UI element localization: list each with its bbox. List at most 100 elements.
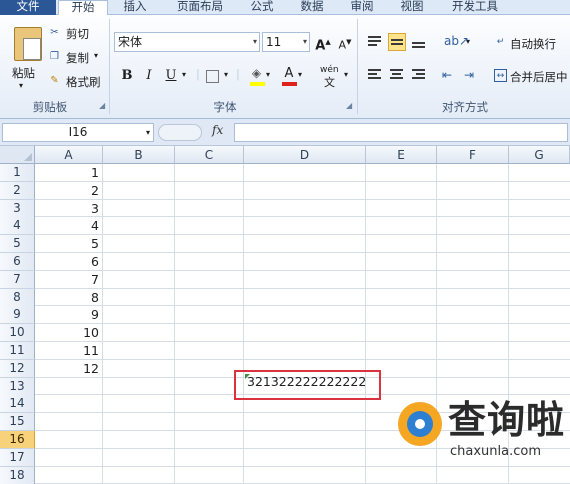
- row-header-3[interactable]: 3: [0, 199, 35, 218]
- paste-button[interactable]: 粘贴 ▾: [4, 19, 44, 95]
- grow-font-button[interactable]: A▲: [314, 33, 332, 53]
- borders-dropdown-arrow[interactable]: ▾: [224, 70, 228, 79]
- gridline: [35, 341, 570, 342]
- tab-file[interactable]: 文件: [0, 0, 56, 15]
- bold-button[interactable]: B: [118, 67, 136, 85]
- cell-a9[interactable]: 9: [36, 306, 102, 323]
- cell-a11[interactable]: 11: [36, 342, 102, 359]
- row-header-4[interactable]: 4: [0, 217, 35, 236]
- watermark-title: 查询啦: [448, 398, 566, 442]
- row-header-10[interactable]: 10: [0, 324, 35, 343]
- row-header-6[interactable]: 6: [0, 253, 35, 271]
- align-right-button[interactable]: [410, 66, 428, 84]
- row-header-2[interactable]: 2: [0, 181, 35, 200]
- cell-a2[interactable]: 2: [36, 182, 102, 199]
- gridline: [365, 164, 366, 484]
- align-bottom-button[interactable]: [410, 33, 428, 51]
- align-left-button[interactable]: [366, 66, 384, 84]
- column-header-a[interactable]: A: [35, 146, 103, 164]
- orientation-dropdown-arrow[interactable]: ▾: [466, 37, 470, 46]
- align-center-button[interactable]: [388, 66, 406, 84]
- watermark-url: chaxunla.com: [450, 444, 541, 459]
- phonetic-char-icon: 文: [324, 76, 335, 89]
- font-color-dropdown-arrow: ▾: [298, 70, 303, 79]
- font-color-swatch: [282, 82, 297, 86]
- row-header-8[interactable]: 8: [0, 288, 35, 307]
- underline-button[interactable]: U: [162, 67, 180, 85]
- row-header-9[interactable]: 9: [0, 306, 35, 325]
- align-top-button[interactable]: [366, 33, 384, 51]
- chevron-down-icon: ▾: [302, 37, 307, 46]
- tab-developer[interactable]: 开发工具: [440, 0, 510, 15]
- font-launcher-icon[interactable]: ◢: [346, 101, 352, 110]
- row-header-15[interactable]: 15: [0, 413, 35, 432]
- row-header-14[interactable]: 14: [0, 395, 35, 414]
- phonetic-button[interactable]: wén 文 ▾: [320, 65, 352, 89]
- row-header-16[interactable]: 16: [0, 431, 35, 449]
- row-header-1[interactable]: 1: [0, 164, 35, 182]
- column-header-f[interactable]: F: [437, 146, 509, 164]
- row-header-12[interactable]: 12: [0, 359, 35, 378]
- cell-a7[interactable]: 7: [36, 271, 102, 288]
- copy-dropdown-arrow: ▾: [94, 51, 99, 60]
- wrap-text-button[interactable]: ↵ 自动换行: [494, 34, 570, 52]
- cell-a8[interactable]: 8: [36, 289, 102, 306]
- insert-function-icon[interactable]: fx: [212, 123, 223, 137]
- gridline: [35, 287, 570, 289]
- tab-formulas[interactable]: 公式: [240, 0, 284, 15]
- name-box[interactable]: I16 ▾: [2, 123, 154, 142]
- font-color-button[interactable]: A ▾: [280, 65, 306, 87]
- cell-a5[interactable]: 5: [36, 235, 102, 252]
- formula-input[interactable]: [234, 123, 568, 142]
- cell-a10[interactable]: 10: [36, 324, 102, 341]
- ribbon-home: 粘贴 ▾ ✂ 剪切 ❐ 复制 ▾ ✎ 格式刷 剪贴板 ◢ 宋体 ▾ 11 ▾ A…: [0, 15, 570, 119]
- select-all-corner[interactable]: [0, 146, 35, 164]
- formula-bar: I16 ▾ fx: [0, 119, 570, 146]
- phonetic-dropdown-arrow: ▾: [344, 70, 349, 79]
- formula-bar-handle[interactable]: [158, 124, 202, 141]
- merge-center-button[interactable]: ↔ 合并后居中: [494, 67, 570, 85]
- row-header-7[interactable]: 7: [0, 270, 35, 289]
- font-size-combo[interactable]: 11 ▾: [262, 32, 310, 52]
- scissors-icon: ✂: [50, 27, 59, 38]
- tab-view[interactable]: 视图: [390, 0, 434, 15]
- gridline: [35, 198, 570, 200]
- brush-icon: ✎: [50, 75, 59, 86]
- cell-a6[interactable]: 6: [36, 253, 102, 270]
- cell-a12[interactable]: 12: [36, 360, 102, 377]
- format-painter-button[interactable]: ✎ 格式刷: [48, 73, 106, 89]
- row-header-17[interactable]: 17: [0, 448, 35, 467]
- copy-button[interactable]: ❐ 复制 ▾: [48, 49, 106, 65]
- tab-page-layout[interactable]: 页面布局: [162, 0, 238, 15]
- row-header-13[interactable]: 13: [0, 377, 35, 396]
- row-header-11[interactable]: 11: [0, 342, 35, 360]
- tab-home[interactable]: 开始: [58, 0, 108, 16]
- paste-icon: [14, 27, 42, 61]
- clipboard-launcher-icon[interactable]: ◢: [99, 101, 105, 110]
- column-header-g[interactable]: G: [509, 146, 570, 164]
- decrease-indent-icon[interactable]: ⇤: [442, 68, 452, 82]
- column-header-b[interactable]: B: [103, 146, 175, 164]
- shrink-font-button[interactable]: A▼: [336, 33, 354, 52]
- row-header-5[interactable]: 5: [0, 235, 35, 254]
- tab-data[interactable]: 数据: [290, 0, 334, 15]
- column-header-e[interactable]: E: [366, 146, 437, 164]
- tab-review[interactable]: 审阅: [340, 0, 384, 15]
- italic-button[interactable]: I: [140, 67, 158, 85]
- cell-a3[interactable]: 3: [36, 200, 102, 217]
- align-middle-button[interactable]: [388, 33, 406, 51]
- fill-color-button[interactable]: ◈ ▾: [248, 65, 274, 87]
- cell-a4[interactable]: 4: [36, 217, 102, 234]
- cut-button[interactable]: ✂ 剪切: [48, 25, 100, 41]
- gridline: [243, 164, 244, 484]
- column-header-c[interactable]: C: [175, 146, 244, 164]
- separator: |: [196, 67, 200, 81]
- borders-icon[interactable]: +: [206, 70, 219, 83]
- tab-insert[interactable]: 插入: [112, 0, 158, 15]
- underline-dropdown-arrow[interactable]: ▾: [182, 70, 186, 79]
- cell-a1[interactable]: 1: [36, 164, 102, 181]
- column-header-d[interactable]: D: [244, 146, 366, 164]
- increase-indent-icon[interactable]: ⇥: [464, 68, 474, 82]
- row-header-18[interactable]: 18: [0, 466, 35, 484]
- font-name-combo[interactable]: 宋体 ▾: [114, 32, 260, 52]
